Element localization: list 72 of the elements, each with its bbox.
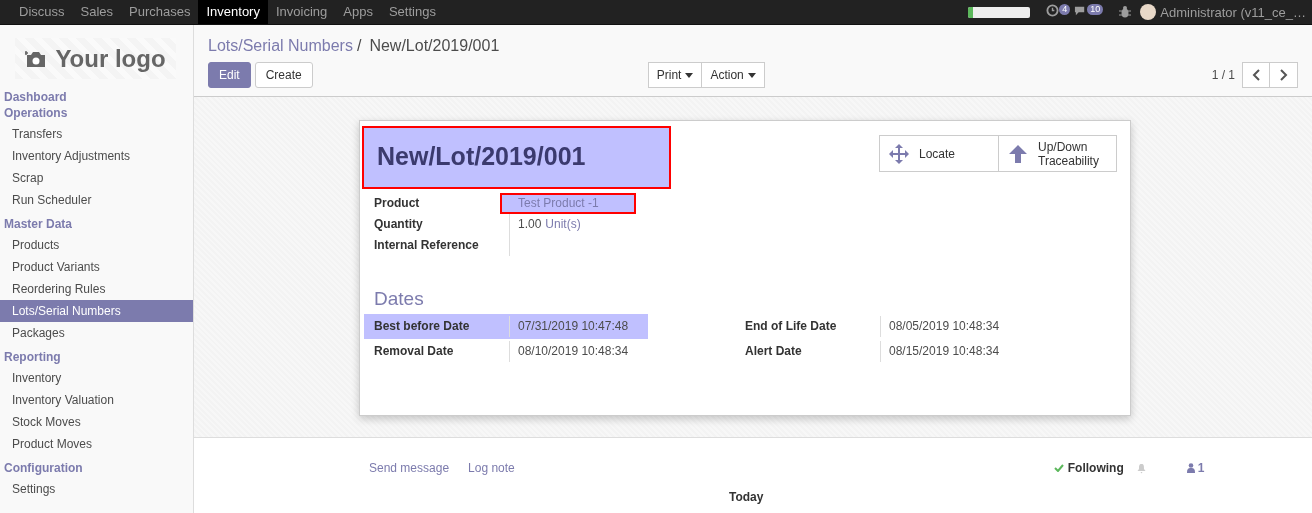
chevron-left-icon xyxy=(1252,69,1260,81)
sidebar-heading[interactable]: Reporting xyxy=(0,349,193,365)
logo-text: Your logo xyxy=(55,44,166,73)
next-button[interactable] xyxy=(1270,62,1298,88)
record-title: New/Lot/2019/001 xyxy=(362,126,671,189)
field-label: Best before Date xyxy=(374,318,471,335)
sidebar-item[interactable]: Products xyxy=(0,234,193,256)
field-label: Internal Reference xyxy=(374,237,480,254)
sidebar-item[interactable]: Transfers xyxy=(0,123,193,145)
sidebar-heading[interactable]: Master Data xyxy=(0,216,193,232)
sidebar-item[interactable]: Inventory Valuation xyxy=(0,389,193,411)
sidebar-heading[interactable]: Operations xyxy=(0,105,193,121)
camera-icon xyxy=(25,49,48,68)
field-value: 08/10/2019 10:48:34 xyxy=(509,341,629,362)
sidebar-item[interactable]: Inventory Adjustments xyxy=(0,145,193,167)
sidebar-item[interactable]: Scrap xyxy=(0,167,193,189)
clock-icon[interactable] xyxy=(1046,4,1060,17)
log-note-link[interactable]: Log note xyxy=(468,461,515,475)
menu-item[interactable]: Purchases xyxy=(121,0,199,24)
sidebar-item[interactable]: Reordering Rules xyxy=(0,278,193,300)
field-value: 07/31/2019 10:47:48 xyxy=(509,316,629,337)
field-label: Product xyxy=(374,195,421,212)
sidebar-heading[interactable]: Dashboard xyxy=(0,89,193,105)
sidebar-heading[interactable]: Configuration xyxy=(0,460,193,476)
field-label: Removal Date xyxy=(374,343,455,360)
check-icon xyxy=(1053,464,1064,472)
menu-item[interactable]: Discuss xyxy=(11,0,73,24)
sidebar-item[interactable]: Product Moves xyxy=(0,433,193,455)
breadcrumb-link[interactable]: Lots/Serial Numbers xyxy=(208,36,353,56)
dropdown-button[interactable]: Print xyxy=(647,62,703,88)
avatar[interactable] xyxy=(1140,4,1157,20)
menu-item[interactable]: Inventory xyxy=(198,0,268,24)
sidebar-item[interactable]: Run Scheduler xyxy=(0,189,193,211)
edit-button[interactable]: Edit xyxy=(208,62,251,88)
caret-icon xyxy=(685,72,694,78)
following-label[interactable]: Following xyxy=(1067,461,1124,475)
unit-link[interactable]: Unit(s) xyxy=(545,214,581,235)
breadcrumb-separator: / xyxy=(356,36,362,56)
sidebar-item[interactable]: Inventory xyxy=(0,367,193,389)
sidebar-item[interactable]: Packages xyxy=(0,322,193,344)
menu-item[interactable]: Settings xyxy=(380,0,444,24)
move-arrows-icon xyxy=(888,142,910,165)
create-button[interactable]: Create xyxy=(254,62,313,88)
field-label: Alert Date xyxy=(745,343,803,360)
bug-icon[interactable] xyxy=(1118,5,1133,19)
chevron-right-icon xyxy=(1279,69,1288,81)
menu-item[interactable]: Invoicing xyxy=(267,0,336,24)
activity-count: 4 xyxy=(1059,4,1071,15)
field-label: Quantity xyxy=(374,216,424,233)
sidebar-item[interactable]: Product Variants xyxy=(0,256,193,278)
send-message-link[interactable]: Send message xyxy=(369,461,450,475)
menu-item[interactable]: Sales xyxy=(72,0,122,24)
date-separator: Today xyxy=(729,490,764,504)
menu-item[interactable]: Apps xyxy=(335,0,381,24)
sidebar-item[interactable]: Stock Moves xyxy=(0,411,193,433)
caret-icon xyxy=(747,72,756,78)
dropdown-button[interactable]: Action xyxy=(702,62,765,88)
section-title: Dates xyxy=(374,288,425,310)
field-value: 1.00 xyxy=(518,216,542,233)
previous-button[interactable] xyxy=(1242,62,1270,88)
user-name[interactable]: Administrator (v11_ce_… xyxy=(1160,4,1306,20)
arrow-up-icon xyxy=(1007,142,1029,165)
pager-value: 1 / 1 xyxy=(1211,68,1235,82)
message-count: 10 xyxy=(1087,4,1104,15)
breadcrumb-current: New/Lot/2019/001 xyxy=(369,36,500,56)
sidebar-item[interactable]: Lots/Serial Numbers xyxy=(0,300,193,322)
field-value: 08/05/2019 10:48:34 xyxy=(880,316,1000,337)
person-icon xyxy=(1186,463,1195,473)
follower-count[interactable]: 1 xyxy=(1197,461,1205,475)
field-label: End of Life Date xyxy=(745,318,838,335)
sidebar-item[interactable]: Settings xyxy=(0,478,193,500)
field-value: 08/15/2019 10:48:34 xyxy=(880,341,1000,362)
